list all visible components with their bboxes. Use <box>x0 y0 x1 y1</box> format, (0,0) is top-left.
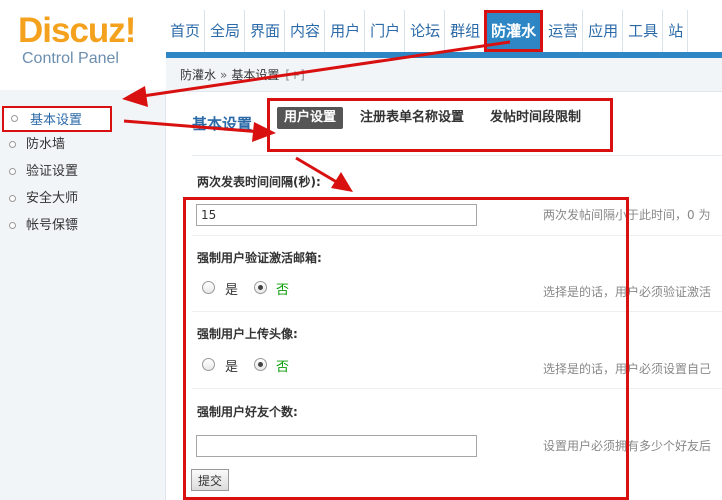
breadcrumb-add-shortcut[interactable]: [+] <box>285 68 304 82</box>
breadcrumb-separator: » <box>220 68 228 82</box>
nav-anti-spam[interactable]: 防灌水 <box>484 10 544 52</box>
sidebar-item-label: 基本设置 <box>30 113 83 128</box>
sidebar-item-firewall[interactable]: 防水墙 <box>0 132 166 158</box>
nav-operations[interactable]: 运营 <box>544 10 584 52</box>
bullet-icon <box>9 222 16 229</box>
sidebar-item-security-master[interactable]: 安全大师 <box>0 186 166 212</box>
nav-forum[interactable]: 论坛 <box>406 10 446 52</box>
nav-global[interactable]: 全局 <box>206 10 246 52</box>
nav-site[interactable]: 站 <box>664 10 689 52</box>
top-nav: 首页 全局 界面 内容 用户 门户 论坛 群组 防灌水 运营 应用 工具 站 <box>166 10 689 52</box>
sidebar-item-verification[interactable]: 验证设置 <box>0 159 166 185</box>
tab-posting-time-limit[interactable]: 发帖时间段限制 <box>490 107 581 129</box>
bullet-icon <box>9 195 16 202</box>
discuz-logo[interactable]: Discuz! Control Panel <box>18 11 136 68</box>
sidebar-item-label: 验证设置 <box>26 164 79 179</box>
nav-interface[interactable]: 界面 <box>246 10 286 52</box>
logo-wordmark: Discuz! <box>18 11 136 50</box>
sidebar-item-account-guard[interactable]: 帐号保镖 <box>0 213 166 239</box>
nav-apps[interactable]: 应用 <box>584 10 624 52</box>
nav-groups[interactable]: 群组 <box>446 10 486 52</box>
form-highlight-box <box>183 197 629 500</box>
nav-portal[interactable]: 门户 <box>366 10 406 52</box>
sidebar: 基本设置 防水墙 验证设置 安全大师 帐号保镖 <box>0 90 166 500</box>
tab-registration-fields[interactable]: 注册表单名称设置 <box>360 107 464 129</box>
nav-content[interactable]: 内容 <box>286 10 326 52</box>
sidebar-item-label: 帐号保镖 <box>26 218 79 233</box>
main-content: 基本设置 用户设置 注册表单名称设置 发帖时间段限制 两次发表时间间隔(秒): … <box>170 95 722 500</box>
page-title: 基本设置 <box>192 115 253 133</box>
sidebar-item-label: 安全大师 <box>26 191 79 206</box>
bullet-icon <box>9 141 16 148</box>
nav-users[interactable]: 用户 <box>326 10 366 52</box>
breadcrumb: 防灌水 » 基本设置 [+] <box>166 58 722 92</box>
breadcrumb-parent[interactable]: 防灌水 <box>180 68 216 82</box>
bullet-icon <box>11 115 18 122</box>
nav-tools[interactable]: 工具 <box>624 10 664 52</box>
nav-home[interactable]: 首页 <box>166 10 206 52</box>
bullet-icon <box>9 168 16 175</box>
sidebar-item-basic-settings[interactable]: 基本设置 <box>2 106 112 132</box>
post-interval-label: 两次发表时间间隔(秒): <box>197 175 321 189</box>
title-divider <box>192 155 722 156</box>
logo-subtitle: Control Panel <box>22 50 119 67</box>
header: Discuz! Control Panel 首页 全局 界面 内容 用户 门户 … <box>0 0 722 92</box>
breadcrumb-current: 基本设置 <box>231 68 280 82</box>
sidebar-item-label: 防水墙 <box>26 137 66 152</box>
tab-user-settings[interactable]: 用户设置 <box>277 107 344 129</box>
